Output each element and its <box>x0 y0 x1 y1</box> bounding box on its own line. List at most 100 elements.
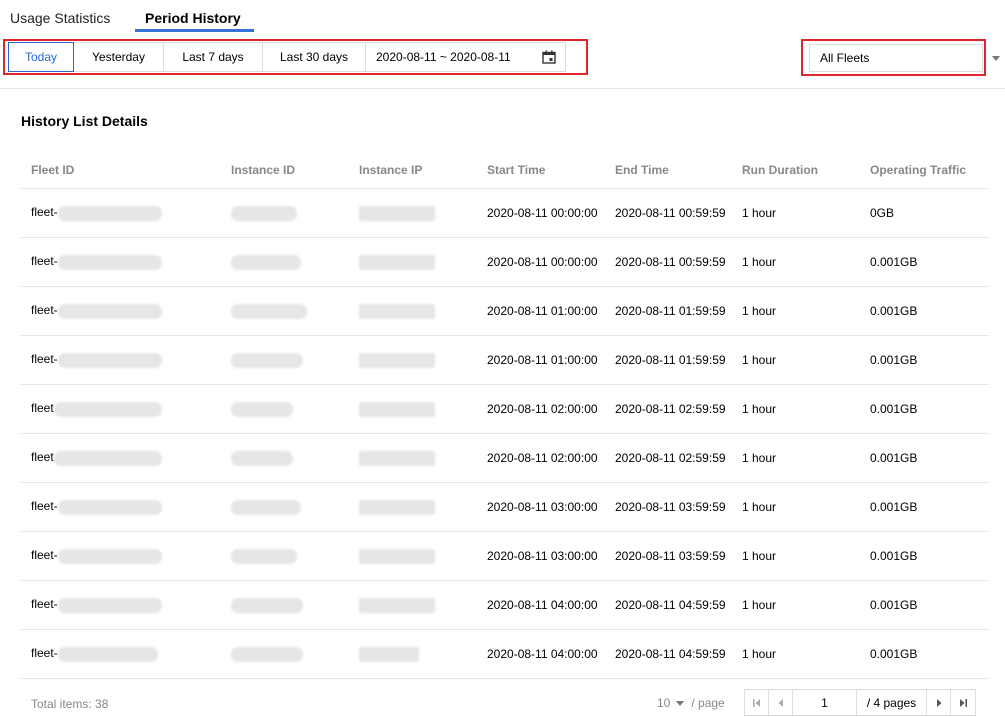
start-time-cell: 2020-08-11 04:00:00 <box>477 580 605 630</box>
pagination: / 4 pages <box>744 689 976 716</box>
traffic-cell: 0.001GB <box>860 629 989 679</box>
column-header: Fleet ID <box>21 151 221 189</box>
tab-period-history[interactable]: Period History <box>145 10 241 26</box>
instance-id-cell <box>221 335 349 385</box>
page-size-select[interactable]: 10 / page <box>657 696 725 710</box>
total-items-count: 38 <box>95 697 109 711</box>
instance-ip-cell <box>349 237 477 287</box>
fleet-id-cell: fleet- <box>21 531 221 581</box>
run-duration-cell: 1 hour <box>732 237 860 287</box>
end-time-cell: 2020-08-11 04:59:59 <box>605 580 732 630</box>
page-number-input[interactable] <box>793 690 857 715</box>
instance-ip-cell <box>349 531 477 581</box>
traffic-cell: 0.001GB <box>860 384 989 434</box>
tab-bar: Usage Statistics Period History <box>0 0 1005 33</box>
instance-ip-cell <box>349 335 477 385</box>
column-header: Operating Traffic <box>860 151 989 189</box>
first-page-button[interactable] <box>745 690 769 715</box>
table-row: fleet- 2020-08-11 04:00:00 2020-08-11 04… <box>21 629 989 679</box>
tab-usage-statistics[interactable]: Usage Statistics <box>10 10 110 26</box>
run-duration-cell: 1 hour <box>732 629 860 679</box>
run-duration-cell: 1 hour <box>732 335 860 385</box>
history-table: Fleet ID Instance ID Instance IP Start T… <box>21 151 989 679</box>
fleet-id-cell: fleet- <box>21 629 221 679</box>
table-row: fleet 2020-08-11 02:00:00 2020-08-11 02:… <box>21 384 989 434</box>
date-filter-highlight <box>3 39 588 75</box>
column-header: Instance IP <box>349 151 477 189</box>
traffic-cell: 0.001GB <box>860 237 989 287</box>
instance-ip-cell <box>349 482 477 532</box>
fleet-id-cell: fleet- <box>21 580 221 630</box>
run-duration-cell: 1 hour <box>732 580 860 630</box>
run-duration-cell: 1 hour <box>732 433 860 483</box>
last-page-icon <box>960 698 967 707</box>
end-time-cell: 2020-08-11 01:59:59 <box>605 286 732 336</box>
end-time-cell: 2020-08-11 00:59:59 <box>605 188 732 238</box>
instance-id-cell <box>221 531 349 581</box>
table-row: fleet- 2020-08-11 01:00:00 2020-08-11 01… <box>21 286 989 336</box>
fleet-id-cell: fleet- <box>21 335 221 385</box>
end-time-cell: 2020-08-11 02:59:59 <box>605 433 732 483</box>
instance-id-cell <box>221 188 349 238</box>
fleet-id-cell: fleet <box>21 384 221 434</box>
end-time-cell: 2020-08-11 00:59:59 <box>605 237 732 287</box>
instance-ip-cell <box>349 629 477 679</box>
instance-id-cell <box>221 237 349 287</box>
fleet-id-cell: fleet <box>21 433 221 483</box>
instance-id-cell <box>221 482 349 532</box>
chevron-down-icon[interactable] <box>992 56 1000 61</box>
start-time-cell: 2020-08-11 03:00:00 <box>477 482 605 532</box>
total-items-label: Total items: <box>31 697 92 711</box>
filter-toolbar: Today Yesterday Last 7 days Last 30 days… <box>0 32 1005 89</box>
traffic-cell: 0.001GB <box>860 335 989 385</box>
fleet-id-cell: fleet- <box>21 286 221 336</box>
chevron-down-icon <box>676 700 685 706</box>
fleet-id-cell: fleet- <box>21 188 221 238</box>
table-row: fleet- 2020-08-11 01:00:00 2020-08-11 01… <box>21 335 989 385</box>
table-header-row: Fleet ID Instance ID Instance IP Start T… <box>21 151 989 189</box>
end-time-cell: 2020-08-11 02:59:59 <box>605 384 732 434</box>
start-time-cell: 2020-08-11 04:00:00 <box>477 629 605 679</box>
instance-id-cell <box>221 580 349 630</box>
traffic-cell: 0GB <box>860 188 989 238</box>
table-row: fleet- 2020-08-11 04:00:00 2020-08-11 04… <box>21 580 989 630</box>
instance-id-cell <box>221 629 349 679</box>
start-time-cell: 2020-08-11 00:00:00 <box>477 188 605 238</box>
run-duration-cell: 1 hour <box>732 188 860 238</box>
instance-ip-cell <box>349 384 477 434</box>
total-items: Total items: 38 <box>31 697 108 711</box>
run-duration-cell: 1 hour <box>732 384 860 434</box>
traffic-cell: 0.001GB <box>860 531 989 581</box>
prev-page-button[interactable] <box>769 690 793 715</box>
first-page-icon <box>752 698 760 707</box>
table-row: fleet- 2020-08-11 00:00:00 2020-08-11 00… <box>21 237 989 287</box>
traffic-cell: 0.001GB <box>860 286 989 336</box>
table-row: fleet- 2020-08-11 00:00:00 2020-08-11 00… <box>21 188 989 238</box>
last-page-button[interactable] <box>951 690 975 715</box>
run-duration-cell: 1 hour <box>732 482 860 532</box>
start-time-cell: 2020-08-11 02:00:00 <box>477 433 605 483</box>
start-time-cell: 2020-08-11 01:00:00 <box>477 286 605 336</box>
column-header: Run Duration <box>732 151 860 189</box>
end-time-cell: 2020-08-11 04:59:59 <box>605 629 732 679</box>
instance-ip-cell <box>349 433 477 483</box>
traffic-cell: 0.001GB <box>860 433 989 483</box>
instance-id-cell <box>221 384 349 434</box>
instance-ip-cell <box>349 286 477 336</box>
next-page-button[interactable] <box>927 690 951 715</box>
fleet-id-cell: fleet- <box>21 237 221 287</box>
instance-ip-cell <box>349 188 477 238</box>
column-header: End Time <box>605 151 732 189</box>
end-time-cell: 2020-08-11 01:59:59 <box>605 335 732 385</box>
table-row: fleet- 2020-08-11 03:00:00 2020-08-11 03… <box>21 482 989 532</box>
next-page-icon <box>936 698 941 707</box>
prev-page-icon <box>778 698 783 707</box>
table-row: fleet 2020-08-11 02:00:00 2020-08-11 02:… <box>21 433 989 483</box>
total-pages: / 4 pages <box>857 690 927 715</box>
section-title: History List Details <box>21 113 148 129</box>
column-header: Start Time <box>477 151 605 189</box>
page-size-value: 10 <box>657 696 671 710</box>
instance-ip-cell <box>349 580 477 630</box>
start-time-cell: 2020-08-11 01:00:00 <box>477 335 605 385</box>
instance-id-cell <box>221 433 349 483</box>
